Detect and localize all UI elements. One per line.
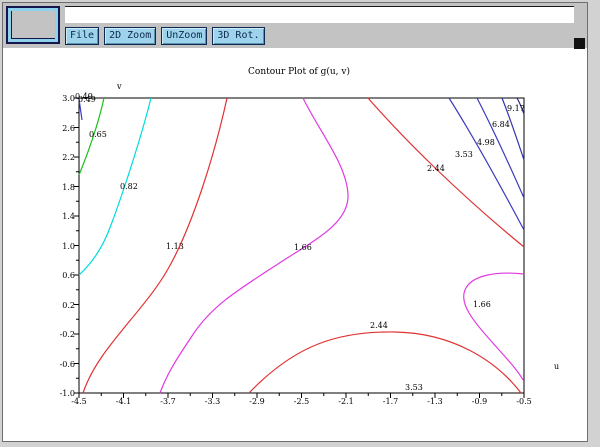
y-tick-label: 0.2 <box>41 301 75 310</box>
x-tick-label: -2.5 <box>287 397 317 406</box>
contour-line-1-13 <box>83 98 227 393</box>
x-tick-label: -4.1 <box>109 397 139 406</box>
y-tick-label: 0.6 <box>41 271 75 280</box>
y-tick-label: 1.4 <box>41 212 75 221</box>
y-tick-label: 2.6 <box>41 124 75 133</box>
contour-label: 0.65 <box>89 130 107 139</box>
contour-line-1-66-a <box>160 98 348 393</box>
x-tick-label: -4.5 <box>64 397 94 406</box>
x-tick-label: -2.9 <box>242 397 272 406</box>
plot-title: Contour Plot of g(u, v) <box>145 67 453 77</box>
contour-label: 0.82 <box>120 182 138 191</box>
graphics-window: File2D ZoomUnZoom3D Rot. Contour Plot of… <box>2 2 588 442</box>
y-tick-label: 1.8 <box>41 183 75 192</box>
contour-line-2-44-b <box>249 332 521 393</box>
y-tick-label: -1.0 <box>41 389 75 398</box>
contour-label: 1.13 <box>166 242 184 251</box>
contour-label: 4.98 <box>477 138 495 147</box>
x-tick-label: -1.3 <box>420 397 450 406</box>
y-tick-label: -0.2 <box>41 330 75 339</box>
x-tick-label: -0.5 <box>509 397 539 406</box>
contour-line-0-82 <box>79 98 151 275</box>
contour-line-1-66-b <box>464 273 524 380</box>
y-axis-label: v <box>117 82 122 91</box>
y-tick-label: 2.2 <box>41 153 75 162</box>
panel-corner-marker <box>574 38 585 49</box>
x-tick-label: -1.7 <box>376 397 406 406</box>
x-tick-label: -0.9 <box>465 397 495 406</box>
contour-label: 1.66 <box>473 300 491 309</box>
contour-label: 1.66 <box>294 243 312 252</box>
contour-label: 9.17 <box>507 104 525 113</box>
y-tick-label: 3.0 <box>41 94 75 103</box>
y-tick-label: -0.6 <box>41 360 75 369</box>
contour-line-4-98 <box>477 98 524 198</box>
x-tick-label: -3.3 <box>198 397 228 406</box>
x-axis-label: u <box>554 362 559 371</box>
contour-label: 2.44 <box>427 164 445 173</box>
x-tick-label: -3.7 <box>153 397 183 406</box>
contour-label: 6.84 <box>492 120 510 129</box>
contour-label: 3.53 <box>405 383 423 392</box>
contour-label: 0.49 <box>78 95 96 104</box>
y-tick-label: 1.0 <box>41 242 75 251</box>
x-tick-label: -2.1 <box>331 397 361 406</box>
contour-label: 3.53 <box>455 150 473 159</box>
contour-label: 2.44 <box>370 321 388 330</box>
